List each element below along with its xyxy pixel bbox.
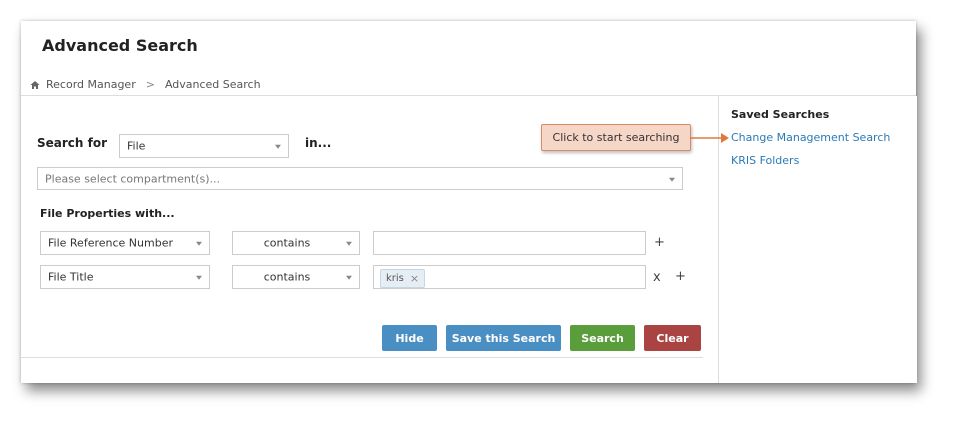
search-for-label: Search for: [37, 136, 108, 150]
compartment-select[interactable]: Please select compartment(s)...: [37, 167, 683, 190]
home-icon[interactable]: [30, 80, 40, 90]
breadcrumb-item-record-manager[interactable]: Record Manager: [46, 78, 136, 91]
add-row-button[interactable]: +: [675, 269, 686, 284]
chevron-down-icon: [669, 177, 675, 182]
chevron-down-icon: [346, 275, 352, 280]
property-operator-select[interactable]: contains: [232, 231, 360, 255]
chevron-down-icon: [346, 241, 352, 246]
file-properties-label: File Properties with...: [40, 207, 175, 220]
saved-search-link[interactable]: Change Management Search: [731, 131, 890, 144]
property-value-input[interactable]: kris ×: [373, 265, 646, 289]
in-label: in...: [305, 136, 332, 150]
search-button[interactable]: Search: [570, 325, 635, 351]
chevron-down-icon: [196, 241, 202, 246]
remove-row-button[interactable]: x: [653, 270, 661, 285]
breadcrumb: Record Manager > Advanced Search: [30, 78, 261, 91]
property-field-value: File Reference Number: [48, 236, 173, 250]
advanced-search-panel: Advanced Search Record Manager > Advance…: [21, 21, 917, 383]
saved-search-link[interactable]: KRIS Folders: [731, 154, 799, 167]
saved-searches-title: Saved Searches: [731, 108, 830, 121]
save-search-button[interactable]: Save this Search: [446, 325, 561, 351]
chevron-down-icon: [275, 144, 281, 149]
footer-divider: [21, 357, 703, 358]
property-field-select[interactable]: File Title: [40, 265, 210, 289]
property-value-input[interactable]: [373, 231, 646, 255]
property-operator-select[interactable]: contains: [232, 265, 360, 289]
saved-searches-panel: Saved Searches Change Management Search …: [718, 96, 917, 383]
annotation-callout: Click to start searching: [541, 124, 691, 151]
search-type-value: File: [127, 139, 146, 153]
compartment-placeholder: Please select compartment(s)...: [45, 172, 220, 185]
property-field-value: File Title: [48, 270, 94, 284]
value-tag-label: kris: [386, 273, 404, 284]
search-type-select[interactable]: File: [119, 134, 289, 158]
page-title: Advanced Search: [42, 36, 198, 55]
clear-button[interactable]: Clear: [644, 325, 701, 351]
property-operator-value: contains: [263, 236, 311, 250]
tag-remove-icon[interactable]: ×: [410, 270, 419, 287]
callout-arrow-icon: [690, 133, 729, 143]
value-tag: kris ×: [380, 269, 426, 288]
breadcrumb-item-advanced-search: Advanced Search: [164, 78, 261, 91]
add-row-button[interactable]: +: [654, 235, 665, 250]
property-operator-value: contains: [263, 270, 311, 284]
property-field-select[interactable]: File Reference Number: [40, 231, 210, 255]
chevron-down-icon: [196, 275, 202, 280]
hide-button[interactable]: Hide: [382, 325, 437, 351]
breadcrumb-separator: >: [145, 78, 155, 91]
